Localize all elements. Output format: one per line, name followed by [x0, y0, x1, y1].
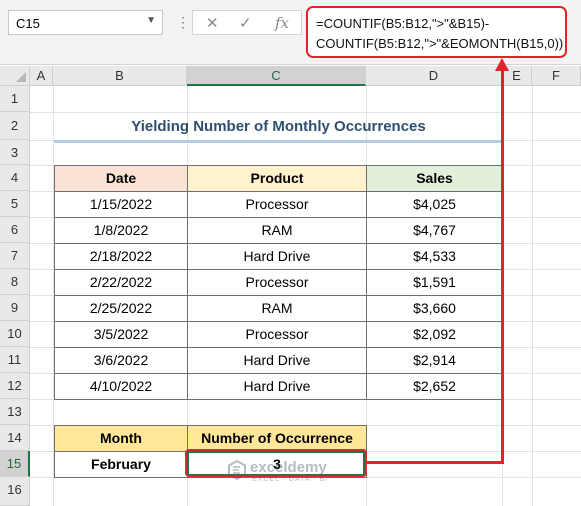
formula-bar: C15 ▼ ⋮ ✕ ✓ fx =COUNTIF(B5:B12,">"&B15)-…	[0, 0, 581, 65]
cell-date[interactable]: 3/6/2022	[54, 347, 188, 374]
row-header-14[interactable]: 14	[0, 425, 30, 451]
enter-icon[interactable]: ✓	[239, 14, 252, 32]
cell-date[interactable]: 2/22/2022	[54, 269, 188, 296]
header-sales[interactable]: Sales	[366, 165, 503, 192]
row-header-2[interactable]: 2	[0, 112, 30, 140]
cell-date[interactable]: 2/18/2022	[54, 243, 188, 270]
cancel-icon[interactable]: ✕	[206, 14, 219, 32]
row-header-16[interactable]: 16	[0, 477, 30, 506]
title-underline	[54, 140, 503, 143]
row-header-15[interactable]: 15	[0, 451, 30, 477]
header-month[interactable]: Month	[54, 425, 188, 452]
cell-product[interactable]: Hard Drive	[187, 243, 367, 270]
cell-product[interactable]: Processor	[187, 321, 367, 348]
cell-product[interactable]: Processor	[187, 269, 367, 296]
cell-sales[interactable]: $1,591	[366, 269, 503, 296]
cell-date[interactable]: 1/8/2022	[54, 217, 188, 244]
row-header-10[interactable]: 10	[0, 321, 30, 347]
cell-product[interactable]: Processor	[187, 191, 367, 218]
cell-sales[interactable]: $4,025	[366, 191, 503, 218]
name-box[interactable]: C15 ▼	[8, 10, 163, 35]
gridline-vertical	[532, 86, 533, 506]
select-all-button[interactable]	[0, 66, 30, 86]
formula-buttons: ✕ ✓ fx	[192, 10, 302, 35]
name-box-value: C15	[16, 16, 40, 31]
cell-date[interactable]: 2/25/2022	[54, 295, 188, 322]
result-highlight-box	[185, 449, 367, 477]
cell-product[interactable]: RAM	[187, 217, 367, 244]
cell-sales[interactable]: $4,767	[366, 217, 503, 244]
row-header-12[interactable]: 12	[0, 373, 30, 399]
gridline-horizontal	[30, 112, 581, 113]
cell-date[interactable]: 3/5/2022	[54, 321, 188, 348]
row-header-13[interactable]: 13	[0, 399, 30, 425]
cell-sales[interactable]: $2,652	[366, 373, 503, 400]
cell-sales[interactable]: $4,533	[366, 243, 503, 270]
row-header-8[interactable]: 8	[0, 269, 30, 295]
sheet-title[interactable]: Yielding Number of Monthly Occurrences	[54, 114, 503, 140]
cell-month-value[interactable]: February	[54, 451, 188, 478]
callout-arrow-horizontal	[367, 461, 504, 464]
row-header-6[interactable]: 6	[0, 217, 30, 243]
row-header-7[interactable]: 7	[0, 243, 30, 269]
row-header-4[interactable]: 4	[0, 165, 30, 191]
header-product[interactable]: Product	[187, 165, 367, 192]
cell-product[interactable]: Hard Drive	[187, 347, 367, 374]
header-number-of-occurrence[interactable]: Number of Occurrence	[187, 425, 367, 452]
cell-sales[interactable]: $2,092	[366, 321, 503, 348]
column-header-b[interactable]: B	[53, 66, 187, 86]
cell-product[interactable]: Hard Drive	[187, 373, 367, 400]
column-header-f[interactable]: F	[532, 66, 581, 86]
insert-function-icon[interactable]: fx	[275, 14, 289, 32]
column-header-c[interactable]: C	[187, 66, 366, 86]
column-header-d[interactable]: D	[366, 66, 502, 86]
cell-date[interactable]: 1/15/2022	[54, 191, 188, 218]
row-header-11[interactable]: 11	[0, 347, 30, 373]
formula-line-2: COUNTIF(B5:B12,">"&EOMONTH(B15,0))	[316, 36, 564, 51]
callout-arrowhead-icon	[495, 58, 509, 71]
formula-line-1: =COUNTIF(B5:B12,">"&B15)-	[316, 16, 490, 31]
header-date[interactable]: Date	[54, 165, 188, 192]
row-header-3[interactable]: 3	[0, 140, 30, 165]
column-header-a[interactable]: A	[30, 66, 53, 86]
cell-date[interactable]: 4/10/2022	[54, 373, 188, 400]
row-header-9[interactable]: 9	[0, 295, 30, 321]
cell-product[interactable]: RAM	[187, 295, 367, 322]
row-header-1[interactable]: 1	[0, 86, 30, 112]
cell-sales[interactable]: $2,914	[366, 347, 503, 374]
watermark-tagline: EXCEL · DATA · BI	[252, 476, 328, 483]
callout-arrow-vertical	[501, 70, 504, 463]
row-header-5[interactable]: 5	[0, 191, 30, 217]
more-options-icon[interactable]: ⋮	[176, 14, 190, 31]
chevron-down-icon[interactable]: ▼	[146, 15, 156, 26]
formula-input[interactable]: =COUNTIF(B5:B12,">"&B15)- COUNTIF(B5:B12…	[306, 6, 567, 58]
select-all-triangle-icon	[16, 72, 26, 82]
cell-sales[interactable]: $3,660	[366, 295, 503, 322]
